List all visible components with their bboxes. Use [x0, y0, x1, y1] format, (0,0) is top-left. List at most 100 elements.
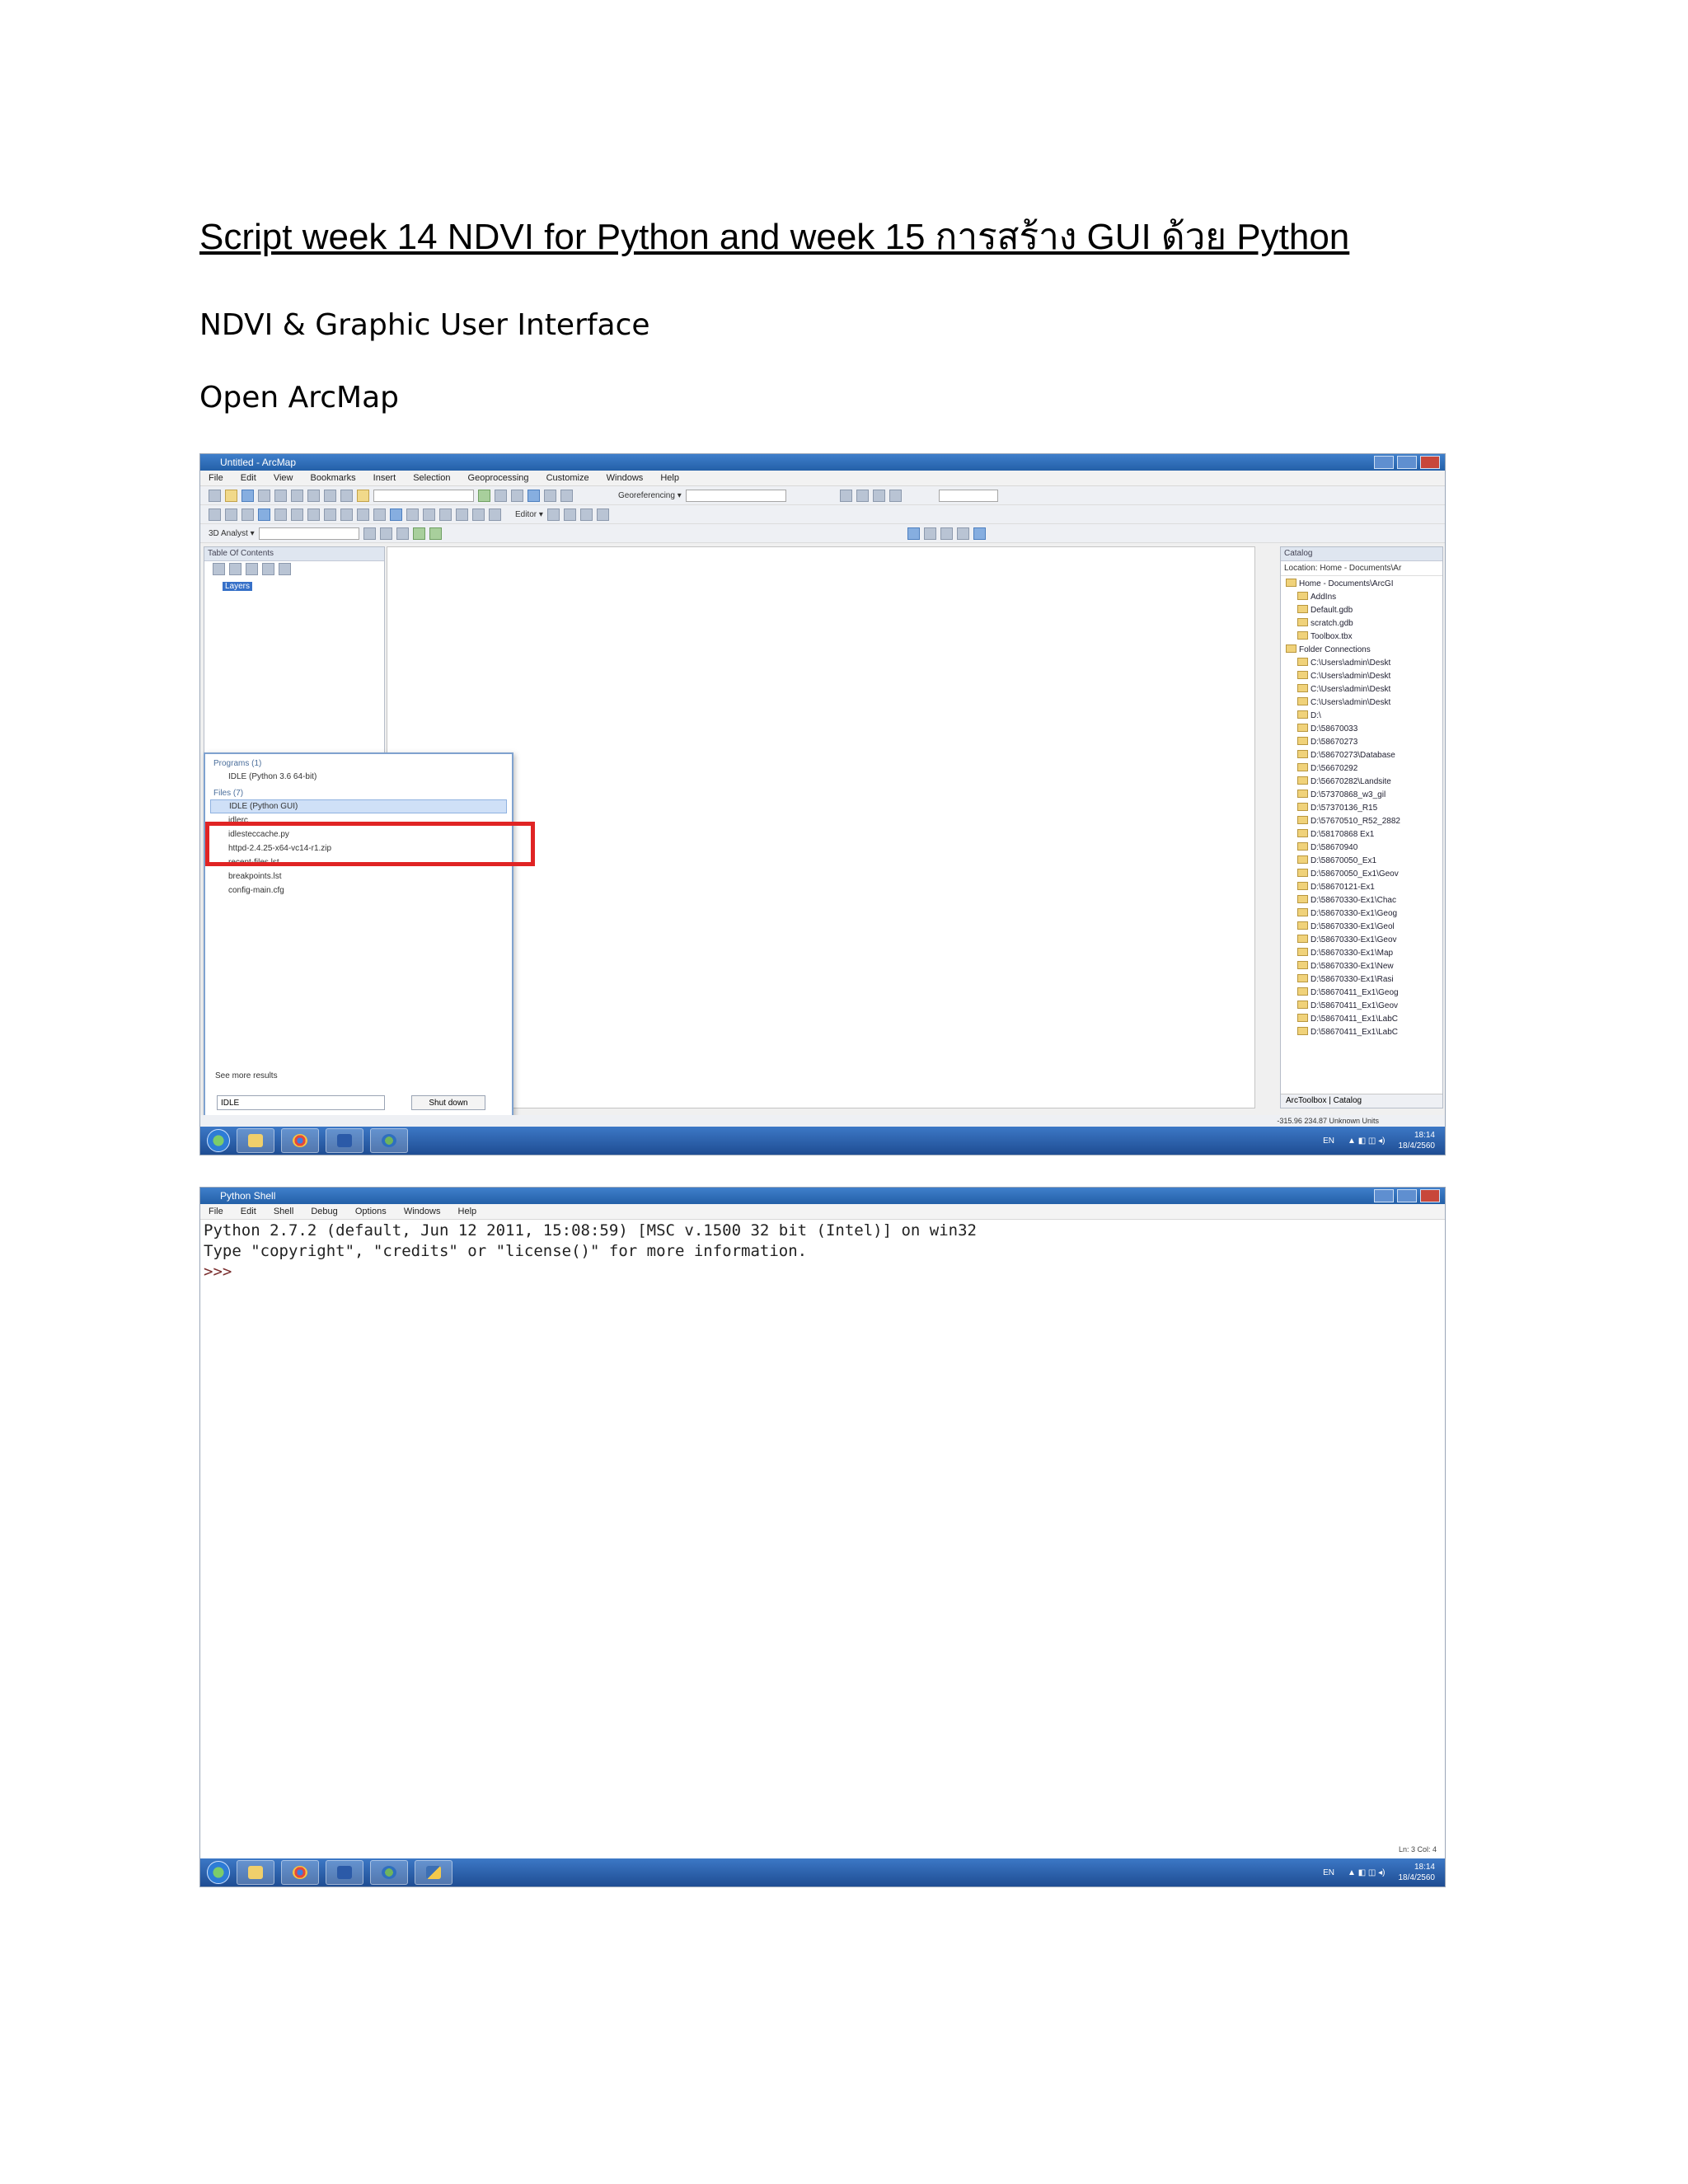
catalog-tree-item[interactable]: D:\58670411_Ex1\LabC [1286, 1013, 1442, 1026]
minimize-icon[interactable] [1374, 1189, 1394, 1202]
taskbar-arcmap-button[interactable] [370, 1128, 408, 1153]
layout-tool-icon[interactable] [923, 527, 936, 540]
tray-clock[interactable]: 18:14 18/4/2560 [1399, 1130, 1436, 1151]
open-folder-icon[interactable] [225, 489, 237, 502]
list-by-drawing-order-icon[interactable] [213, 562, 225, 575]
select-elements-icon[interactable] [373, 508, 386, 521]
minimize-icon[interactable] [1374, 456, 1394, 469]
catalog-tree-item[interactable]: D:\ [1286, 710, 1442, 723]
tray-language[interactable]: EN [1323, 1868, 1334, 1878]
taskbar-explorer-button[interactable] [237, 1128, 274, 1153]
edit-tool-icon[interactable] [546, 508, 560, 521]
program-idle-python36[interactable]: IDLE (Python 3.6 64-bit) [205, 770, 512, 784]
zoom-out-icon[interactable] [225, 508, 237, 521]
redo-icon[interactable] [340, 489, 353, 502]
identify-icon[interactable] [390, 508, 402, 521]
tray-network-icon[interactable]: ▲ ◧ ◫ ◂) [1348, 1136, 1385, 1146]
close-icon[interactable] [1420, 1189, 1440, 1202]
layout-tool-icon[interactable] [973, 527, 986, 540]
pan-icon[interactable] [241, 508, 254, 521]
catalog-tree-item[interactable]: D:\58670330-Ex1\Chac [1286, 894, 1442, 907]
forward-extent-icon[interactable] [324, 508, 336, 521]
fixed-zoom-in-icon[interactable] [274, 508, 287, 521]
save-icon[interactable] [241, 489, 254, 502]
catalog-window-icon[interactable] [511, 489, 523, 502]
taskbar-word-button[interactable] [326, 1128, 363, 1153]
windows-start-icon[interactable] [207, 1861, 230, 1884]
menu-selection[interactable]: Selection [413, 473, 450, 483]
add-data-icon[interactable] [357, 489, 369, 502]
print-icon[interactable] [258, 489, 270, 502]
catalog-tree-item[interactable]: D:\57370868_w3_gil [1286, 789, 1442, 802]
editor-menu[interactable]: Editor ▾ [515, 510, 543, 519]
see-more-results-link[interactable]: See more results [215, 1071, 278, 1080]
3d-analyst-layer-field[interactable] [258, 527, 359, 540]
menu-help[interactable]: Help [660, 473, 679, 483]
table-of-contents-icon[interactable] [495, 489, 507, 502]
catalog-tree-item[interactable]: D:\58670330-Ex1\Geol [1286, 921, 1442, 934]
clear-selection-icon[interactable] [357, 508, 369, 521]
catalog-tree-item[interactable]: D:\58670121-Ex1 [1286, 881, 1442, 894]
menu-debug[interactable]: Debug [311, 1207, 337, 1216]
catalog-tree-item[interactable]: D:\57670510_R52_2882 [1286, 815, 1442, 828]
catalog-tree-item[interactable]: C:\Users\admin\Deskt [1286, 683, 1442, 696]
menu-bookmarks[interactable]: Bookmarks [311, 473, 356, 483]
catalog-tree-item[interactable]: D:\58670330-Ex1\Rasi [1286, 973, 1442, 987]
menu-file[interactable]: File [209, 1207, 223, 1216]
taskbar-word-button[interactable] [326, 1860, 363, 1885]
georef-tool-icon[interactable] [889, 489, 902, 502]
catalog-tree-item[interactable]: D:\56670292 [1286, 762, 1442, 776]
layout-tool-icon[interactable] [956, 527, 969, 540]
editor-toolbar-icon[interactable] [478, 489, 490, 502]
menu-help[interactable]: Help [458, 1207, 477, 1216]
program-idle-python-gui[interactable]: IDLE (Python GUI) [210, 799, 507, 813]
catalog-tree-item[interactable]: D:\58670330-Ex1\Map [1286, 947, 1442, 960]
catalog-tree-item[interactable]: D:\58670411_Ex1\Geog [1286, 987, 1442, 1000]
edit-tool-icon[interactable] [596, 508, 609, 521]
catalog-tree-item[interactable]: D:\58170868 Ex1 [1286, 828, 1442, 841]
full-extent-icon[interactable] [258, 508, 270, 521]
layout-tool-icon[interactable] [940, 527, 953, 540]
catalog-tree-item[interactable]: AddIns [1286, 591, 1442, 604]
menu-insert[interactable]: Insert [373, 473, 396, 483]
catalog-tree-item[interactable]: D:\58670050_Ex1\Geov [1286, 868, 1442, 881]
layout-tool-icon[interactable] [907, 527, 920, 540]
fixed-zoom-out-icon[interactable] [291, 508, 303, 521]
undo-icon[interactable] [324, 489, 336, 502]
georef-tool-icon[interactable] [839, 489, 852, 502]
tray-network-icon[interactable]: ▲ ◧ ◫ ◂) [1348, 1868, 1385, 1878]
taskbar-chrome-button[interactable] [281, 1128, 319, 1153]
globe-icon[interactable] [412, 527, 425, 540]
map-scale-field[interactable] [373, 489, 474, 502]
catalog-tree-item[interactable]: D:\58670411_Ex1\LabC [1286, 1026, 1442, 1039]
search-window-icon[interactable] [528, 489, 540, 502]
file-item[interactable]: config-main.cfg [205, 883, 512, 898]
zoom-field[interactable] [938, 489, 998, 502]
catalog-tree-item[interactable]: scratch.gdb [1286, 617, 1442, 630]
menu-options[interactable]: Options [355, 1207, 387, 1216]
tray-language[interactable]: EN [1323, 1136, 1334, 1146]
catalog-tree-item[interactable]: D:\58670330-Ex1\New [1286, 960, 1442, 973]
find-icon[interactable] [439, 508, 452, 521]
catalog-tree-item[interactable]: D:\58670050_Ex1 [1286, 855, 1442, 868]
edit-tool-icon[interactable] [563, 508, 576, 521]
catalog-tree-item[interactable]: D:\58670330-Ex1\Geov [1286, 934, 1442, 947]
georeferencing-menu[interactable]: Georeferencing ▾ [618, 491, 682, 500]
menu-file[interactable]: File [209, 473, 223, 483]
catalog-tree-item[interactable]: Toolbox.tbx [1286, 630, 1442, 644]
catalog-tree-item[interactable]: D:\58670940 [1286, 841, 1442, 855]
cut-icon[interactable] [274, 489, 287, 502]
close-icon[interactable] [1420, 456, 1440, 469]
maximize-icon[interactable] [1397, 1189, 1417, 1202]
georef-tool-icon[interactable] [856, 489, 869, 502]
file-item[interactable]: breakpoints.lst [205, 869, 512, 883]
python-shell-text-area[interactable]: Python 2.7.2 (default, Jun 12 2011, 15:0… [204, 1221, 1437, 1854]
3d-analyst-menu[interactable]: 3D Analyst ▾ [209, 529, 255, 538]
new-document-icon[interactable] [209, 489, 221, 502]
start-search-input[interactable]: IDLE [217, 1095, 385, 1110]
list-by-source-icon[interactable] [229, 562, 241, 575]
menu-geoprocessing[interactable]: Geoprocessing [468, 473, 529, 483]
back-extent-icon[interactable] [307, 508, 320, 521]
measure-icon[interactable] [423, 508, 435, 521]
menu-windows[interactable]: Windows [607, 473, 644, 483]
